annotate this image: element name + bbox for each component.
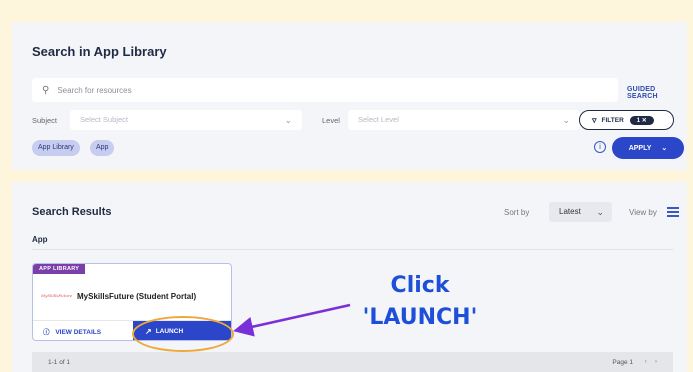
filter-count-badge[interactable]: 1 ✕ — [629, 115, 654, 125]
card-name: MySkillsFuture (Student Portal) — [77, 292, 197, 301]
app-logo: MySkillsFuture — [41, 293, 73, 298]
results-title: Search Results — [32, 206, 112, 218]
callout-line1: Click — [390, 273, 450, 298]
apply-label: APPLY — [628, 144, 652, 152]
search-title: Search in App Library — [32, 44, 167, 59]
resource-card[interactable]: APP LIBRARY MySkillsFuture MySkillsFutur… — [32, 263, 232, 341]
view-label: View by — [629, 208, 657, 217]
card-tag: APP LIBRARY — [33, 264, 86, 274]
chip-app-library[interactable]: App Library — [32, 140, 80, 156]
level-placeholder: Select Level — [358, 115, 399, 124]
instruction-callout: Click 'LAUNCH' — [360, 270, 480, 334]
view-details-button[interactable]: ⓘ VIEW DETAILS — [43, 326, 101, 336]
search-icon: ⚲ — [42, 84, 50, 96]
external-link-icon: ↗ — [145, 326, 152, 336]
filter-row: Subject Select Subject ⌄ Level Select Le… — [32, 110, 580, 130]
chevron-down-icon: ⌄ — [661, 145, 668, 152]
chip-app[interactable]: App — [90, 140, 115, 156]
guided-search-link[interactable]: GUIDED SEARCH — [627, 86, 687, 100]
sort-select[interactable]: Latest ⌄ — [549, 202, 612, 222]
chevron-down-icon: ⌄ — [596, 207, 604, 217]
group-title: App — [32, 235, 48, 244]
chevron-down-icon: ⌄ — [562, 115, 570, 125]
filter-icon: ▿ — [592, 114, 597, 125]
level-label: Level — [322, 116, 340, 125]
apply-button[interactable]: APPLY ⌄ — [612, 137, 684, 159]
divider — [32, 249, 673, 250]
chevron-down-icon: ⌄ — [284, 115, 292, 125]
info-icon: ⓘ — [43, 329, 50, 336]
subject-placeholder: Select Subject — [80, 115, 128, 124]
sort-label: Sort by — [504, 208, 530, 217]
pagination-bar: 1-1 of 1 Page 1 ‹› — [32, 352, 673, 372]
callout-line2: 'LAUNCH' — [362, 305, 478, 330]
subject-label: Subject — [32, 116, 58, 125]
card-footer: ⓘ VIEW DETAILS ↗ LAUNCH — [33, 320, 231, 340]
search-panel: Search in App Library ⚲ Search for resou… — [12, 22, 687, 170]
level-select[interactable]: Select Level ⌄ — [348, 110, 580, 130]
list-view-icon[interactable] — [667, 207, 679, 217]
search-placeholder: Search for resources — [57, 85, 132, 95]
result-count: 1-1 of 1 — [48, 359, 71, 366]
launch-button[interactable]: ↗ LAUNCH — [133, 321, 231, 340]
page-nav[interactable]: ‹› — [645, 358, 665, 365]
search-input[interactable]: ⚲ Search for resources — [32, 78, 618, 102]
filter-button[interactable]: ▿ FILTER 1 ✕ — [579, 110, 674, 130]
view-details-label: VIEW DETAILS — [55, 329, 102, 336]
subject-select[interactable]: Select Subject ⌄ — [70, 110, 302, 130]
info-icon[interactable]: i — [594, 141, 606, 153]
page-indicator: Page 1 — [612, 359, 633, 366]
results-panel: Search Results Sort by Latest ⌄ View by … — [12, 182, 687, 372]
launch-label: LAUNCH — [155, 327, 184, 335]
sort-value: Latest — [559, 207, 581, 216]
filter-label: FILTER — [601, 116, 624, 124]
